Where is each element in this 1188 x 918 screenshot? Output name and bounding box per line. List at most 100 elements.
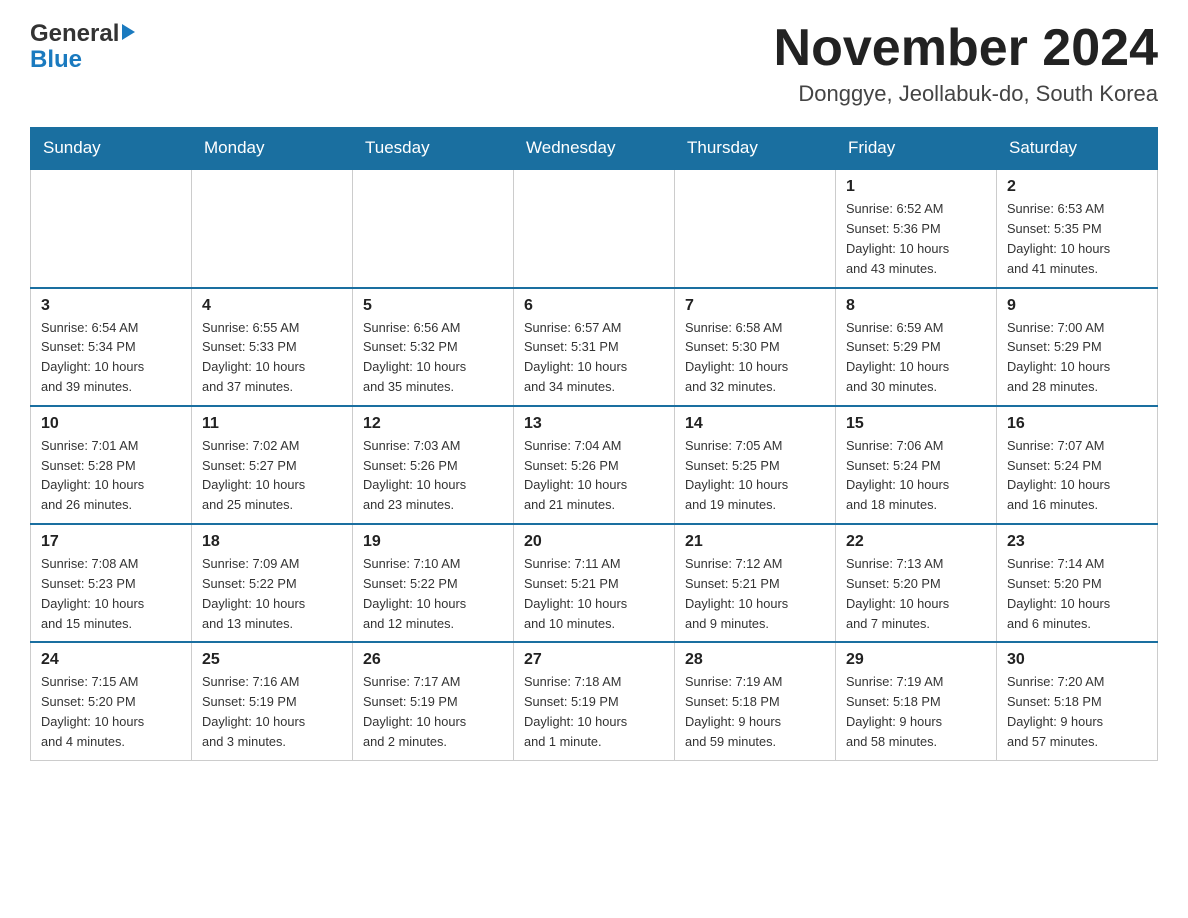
logo: General Blue (30, 20, 135, 74)
header: General Blue November 2024 Donggye, Jeol… (30, 20, 1158, 107)
calendar-cell (353, 169, 514, 287)
day-number: 19 (363, 533, 503, 551)
calendar-cell: 18 Sunrise: 7:09 AMSunset: 5:22 PMDayligh… (192, 524, 353, 642)
title-area: November 2024 Donggye, Jeollabuk-do, Sou… (774, 20, 1158, 107)
day-number: 5 (363, 297, 503, 315)
week-row-2: 3 Sunrise: 6:54 AMSunset: 5:34 PMDaylight… (31, 288, 1158, 406)
weekday-header-saturday: Saturday (997, 128, 1158, 170)
calendar-cell: 1 Sunrise: 6:52 AMSunset: 5:36 PMDaylight… (836, 169, 997, 287)
day-number: 2 (1007, 178, 1147, 196)
day-info: Sunrise: 6:59 AMSunset: 5:29 PMDaylight:… (846, 318, 986, 397)
calendar-cell: 29 Sunrise: 7:19 AMSunset: 5:18 PMDayligh… (836, 642, 997, 760)
day-info: Sunrise: 7:02 AMSunset: 5:27 PMDaylight:… (202, 436, 342, 515)
day-info: Sunrise: 7:15 AMSunset: 5:20 PMDaylight:… (41, 672, 181, 751)
day-number: 25 (202, 651, 342, 669)
day-info: Sunrise: 7:11 AMSunset: 5:21 PMDaylight:… (524, 554, 664, 633)
calendar-cell: 23Sunrise: 7:14 AMSunset: 5:20 PMDayligh… (997, 524, 1158, 642)
day-info: Sunrise: 7:01 AMSunset: 5:28 PMDaylight:… (41, 436, 181, 515)
day-info: Sunrise: 6:52 AMSunset: 5:36 PMDaylight:… (846, 199, 986, 278)
calendar-cell: 26Sunrise: 7:17 AMSunset: 5:19 PMDayligh… (353, 642, 514, 760)
day-number: 20 (524, 533, 664, 551)
weekday-header-row: SundayMondayTuesdayWednesdayThursdayFrid… (31, 128, 1158, 170)
weekday-header-monday: Monday (192, 128, 353, 170)
day-info: Sunrise: 7:20 AMSunset: 5:18 PMDaylight:… (1007, 672, 1147, 751)
day-info: Sunrise: 7:19 AMSunset: 5:18 PMDaylight:… (846, 672, 986, 751)
calendar-cell: 4Sunrise: 6:55 AMSunset: 5:33 PMDaylight… (192, 288, 353, 406)
day-info: Sunrise: 7:09 AMSunset: 5:22 PMDaylight:… (202, 554, 342, 633)
weekday-header-tuesday: Tuesday (353, 128, 514, 170)
calendar-table: SundayMondayTuesdayWednesdayThursdayFrid… (30, 127, 1158, 761)
calendar-cell: 16 Sunrise: 7:07 AMSunset: 5:24 PMDayligh… (997, 406, 1158, 524)
day-info: Sunrise: 7:12 AMSunset: 5:21 PMDaylight:… (685, 554, 825, 633)
calendar-cell: 20 Sunrise: 7:11 AMSunset: 5:21 PMDayligh… (514, 524, 675, 642)
day-info: Sunrise: 7:07 AMSunset: 5:24 PMDaylight:… (1007, 436, 1147, 515)
month-title: November 2024 (774, 20, 1158, 77)
day-number: 9 (1007, 297, 1147, 315)
day-info: Sunrise: 6:55 AMSunset: 5:33 PMDaylight:… (202, 318, 342, 397)
calendar-cell: 3 Sunrise: 6:54 AMSunset: 5:34 PMDaylight… (31, 288, 192, 406)
day-number: 14 (685, 415, 825, 433)
day-number: 26 (363, 651, 503, 669)
logo-arrow-icon (122, 24, 135, 40)
day-number: 12 (363, 415, 503, 433)
calendar-cell: 22Sunrise: 7:13 AMSunset: 5:20 PMDayligh… (836, 524, 997, 642)
day-info: Sunrise: 7:19 AMSunset: 5:18 PMDaylight:… (685, 672, 825, 751)
week-row-1: 1 Sunrise: 6:52 AMSunset: 5:36 PMDaylight… (31, 169, 1158, 287)
day-number: 18 (202, 533, 342, 551)
calendar-cell (675, 169, 836, 287)
calendar-cell: 15Sunrise: 7:06 AMSunset: 5:24 PMDayligh… (836, 406, 997, 524)
day-number: 30 (1007, 651, 1147, 669)
day-info: Sunrise: 7:18 AMSunset: 5:19 PMDaylight:… (524, 672, 664, 751)
day-number: 16 (1007, 415, 1147, 433)
weekday-header-wednesday: Wednesday (514, 128, 675, 170)
day-number: 21 (685, 533, 825, 551)
calendar-cell: 17Sunrise: 7:08 AMSunset: 5:23 PMDayligh… (31, 524, 192, 642)
weekday-header-sunday: Sunday (31, 128, 192, 170)
calendar-cell: 27 Sunrise: 7:18 AMSunset: 5:19 PMDayligh… (514, 642, 675, 760)
calendar-cell: 13 Sunrise: 7:04 AMSunset: 5:26 PMDayligh… (514, 406, 675, 524)
day-info: Sunrise: 7:05 AMSunset: 5:25 PMDaylight:… (685, 436, 825, 515)
calendar-cell: 9 Sunrise: 7:00 AMSunset: 5:29 PMDaylight… (997, 288, 1158, 406)
logo-general-text: General (30, 20, 119, 48)
logo-blue-text: Blue (30, 46, 82, 74)
calendar-cell: 5 Sunrise: 6:56 AMSunset: 5:32 PMDaylight… (353, 288, 514, 406)
calendar-cell: 14 Sunrise: 7:05 AMSunset: 5:25 PMDayligh… (675, 406, 836, 524)
day-info: Sunrise: 6:54 AMSunset: 5:34 PMDaylight:… (41, 318, 181, 397)
day-info: Sunrise: 7:13 AMSunset: 5:20 PMDaylight:… (846, 554, 986, 633)
day-info: Sunrise: 7:03 AMSunset: 5:26 PMDaylight:… (363, 436, 503, 515)
day-number: 17 (41, 533, 181, 551)
day-info: Sunrise: 6:53 AMSunset: 5:35 PMDaylight:… (1007, 199, 1147, 278)
weekday-header-friday: Friday (836, 128, 997, 170)
day-info: Sunrise: 7:04 AMSunset: 5:26 PMDaylight:… (524, 436, 664, 515)
day-number: 24 (41, 651, 181, 669)
calendar-cell (192, 169, 353, 287)
calendar-cell: 7Sunrise: 6:58 AMSunset: 5:30 PMDaylight… (675, 288, 836, 406)
calendar-cell: 2 Sunrise: 6:53 AMSunset: 5:35 PMDaylight… (997, 169, 1158, 287)
day-info: Sunrise: 7:00 AMSunset: 5:29 PMDaylight:… (1007, 318, 1147, 397)
day-number: 27 (524, 651, 664, 669)
day-info: Sunrise: 7:14 AMSunset: 5:20 PMDaylight:… (1007, 554, 1147, 633)
day-number: 3 (41, 297, 181, 315)
calendar-cell (514, 169, 675, 287)
calendar-cell: 11 Sunrise: 7:02 AMSunset: 5:27 PMDayligh… (192, 406, 353, 524)
calendar-cell: 21 Sunrise: 7:12 AMSunset: 5:21 PMDayligh… (675, 524, 836, 642)
day-number: 10 (41, 415, 181, 433)
calendar-cell: 30 Sunrise: 7:20 AMSunset: 5:18 PMDayligh… (997, 642, 1158, 760)
day-info: Sunrise: 7:16 AMSunset: 5:19 PMDaylight:… (202, 672, 342, 751)
day-number: 29 (846, 651, 986, 669)
day-info: Sunrise: 6:56 AMSunset: 5:32 PMDaylight:… (363, 318, 503, 397)
day-info: Sunrise: 6:57 AMSunset: 5:31 PMDaylight:… (524, 318, 664, 397)
calendar-cell: 28 Sunrise: 7:19 AMSunset: 5:18 PMDayligh… (675, 642, 836, 760)
day-number: 1 (846, 178, 986, 196)
week-row-4: 17Sunrise: 7:08 AMSunset: 5:23 PMDayligh… (31, 524, 1158, 642)
day-number: 28 (685, 651, 825, 669)
day-number: 13 (524, 415, 664, 433)
day-number: 8 (846, 297, 986, 315)
day-number: 7 (685, 297, 825, 315)
day-number: 6 (524, 297, 664, 315)
week-row-3: 10 Sunrise: 7:01 AMSunset: 5:28 PMDayligh… (31, 406, 1158, 524)
calendar-cell: 12 Sunrise: 7:03 AMSunset: 5:26 PMDayligh… (353, 406, 514, 524)
day-number: 11 (202, 415, 342, 433)
weekday-header-thursday: Thursday (675, 128, 836, 170)
day-info: Sunrise: 7:06 AMSunset: 5:24 PMDaylight:… (846, 436, 986, 515)
